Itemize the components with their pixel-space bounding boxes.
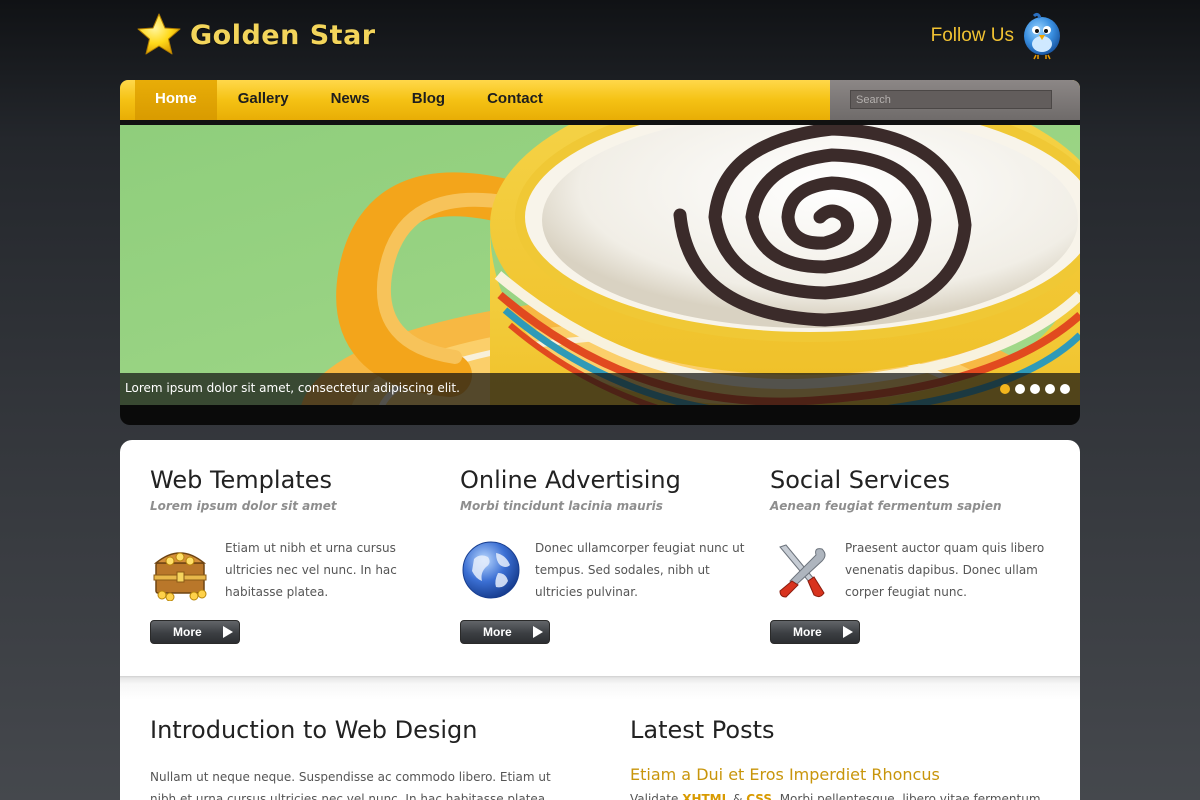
- post-excerpt: Validate XHTML & CSS. Morbi pellentesque…: [630, 789, 1050, 800]
- slide-caption-bar: Lorem ipsum dolor sit amet, consectetur …: [120, 373, 1080, 405]
- feature-title: Social Services: [770, 466, 950, 494]
- slider-dot-5[interactable]: [1060, 384, 1070, 394]
- slide-caption: Lorem ipsum dolor sit amet, consectetur …: [125, 381, 460, 395]
- feature-subtitle: Lorem ipsum dolor sit amet: [150, 499, 337, 513]
- feature-text: Donec ullamcorper feugiat nunc ut tempus…: [535, 541, 745, 599]
- more-button[interactable]: More: [150, 620, 240, 644]
- more-button[interactable]: More: [460, 620, 550, 644]
- follow-us-label: Follow Us: [930, 25, 1014, 46]
- intro-text: Nullam ut neque neque. Suspendisse ac co…: [150, 770, 551, 800]
- site-title: Golden Star: [190, 19, 376, 51]
- css-link[interactable]: CSS: [746, 792, 772, 800]
- feature-subtitle: Morbi tincidunt lacinia mauris: [460, 499, 663, 513]
- post-prefix: Validate: [630, 792, 679, 800]
- nav-item-contact[interactable]: Contact: [466, 80, 564, 120]
- twitter-bird-icon: [1024, 12, 1060, 60]
- nav-item-home[interactable]: Home: [135, 80, 217, 120]
- more-button-label: More: [793, 625, 822, 639]
- nav-list: Home Gallery News Blog Contact: [135, 80, 564, 120]
- post-rest: . Morbi pellentesque, libero vitae ferme…: [772, 792, 1041, 800]
- feature-web-templates: Web Templates Lorem ipsum dolor sit amet…: [150, 466, 450, 644]
- post-title-link[interactable]: Etiam a Dui et Eros Imperdiet Rhoncus: [630, 765, 940, 784]
- feature-body: Praesent auctor quam quis libero venenat…: [770, 539, 1070, 609]
- main-nav: Home Gallery News Blog Contact: [120, 80, 1080, 120]
- feature-body: Donec ullamcorper feugiat nunc ut tempus…: [460, 539, 760, 609]
- treasure-chest-icon: [153, 552, 207, 601]
- play-arrow-icon: [223, 626, 233, 638]
- feature-social-services: Social Services Aenean feugiat fermentum…: [770, 466, 1070, 644]
- slider-dot-2[interactable]: [1015, 384, 1025, 394]
- play-arrow-icon: [843, 626, 853, 638]
- xhtml-link[interactable]: XHTML: [682, 792, 729, 800]
- coffee-cup-slide-image: [120, 125, 1080, 405]
- feature-text: Praesent auctor quam quis libero venenat…: [845, 541, 1045, 599]
- latest-posts-title: Latest Posts: [630, 716, 775, 744]
- play-arrow-icon: [533, 626, 543, 638]
- globe-icon: [462, 541, 520, 599]
- more-button-label: More: [173, 625, 202, 639]
- feature-subtitle: Aenean feugiat fermentum sapien: [770, 499, 1002, 513]
- more-button-label: More: [483, 625, 512, 639]
- nav-item-blog[interactable]: Blog: [391, 80, 466, 120]
- search-area: [830, 80, 1080, 120]
- section-divider: [120, 676, 1080, 700]
- nav-item-news[interactable]: News: [310, 80, 391, 120]
- tools-icon: [779, 544, 826, 598]
- nav-item-gallery[interactable]: Gallery: [217, 80, 310, 120]
- feature-title: Online Advertising: [460, 466, 681, 494]
- follow-us-link[interactable]: Follow Us: [931, 12, 1064, 60]
- search-input[interactable]: [850, 90, 1052, 109]
- image-slider[interactable]: Lorem ipsum dolor sit amet, consectetur …: [120, 125, 1080, 425]
- slider-dot-3[interactable]: [1030, 384, 1040, 394]
- logo[interactable]: Golden Star: [136, 12, 376, 58]
- slider-pagination: [1000, 384, 1070, 394]
- feature-text: Etiam ut nibh et urna cursus ultricies n…: [225, 541, 397, 599]
- feature-body: Etiam ut nibh et urna cursus ultricies n…: [150, 539, 450, 609]
- feature-online-advertising: Online Advertising Morbi tincidunt lacin…: [460, 466, 760, 644]
- header: Golden Star Follow Us: [120, 0, 1080, 80]
- content-panel: Web Templates Lorem ipsum dolor sit amet…: [120, 440, 1080, 800]
- slider-dot-1[interactable]: [1000, 384, 1010, 394]
- more-button[interactable]: More: [770, 620, 860, 644]
- feature-title: Web Templates: [150, 466, 332, 494]
- star-logo-icon: [137, 13, 181, 55]
- intro-title: Introduction to Web Design: [150, 716, 478, 744]
- slider-dot-4[interactable]: [1045, 384, 1055, 394]
- post-amp: &: [733, 792, 743, 800]
